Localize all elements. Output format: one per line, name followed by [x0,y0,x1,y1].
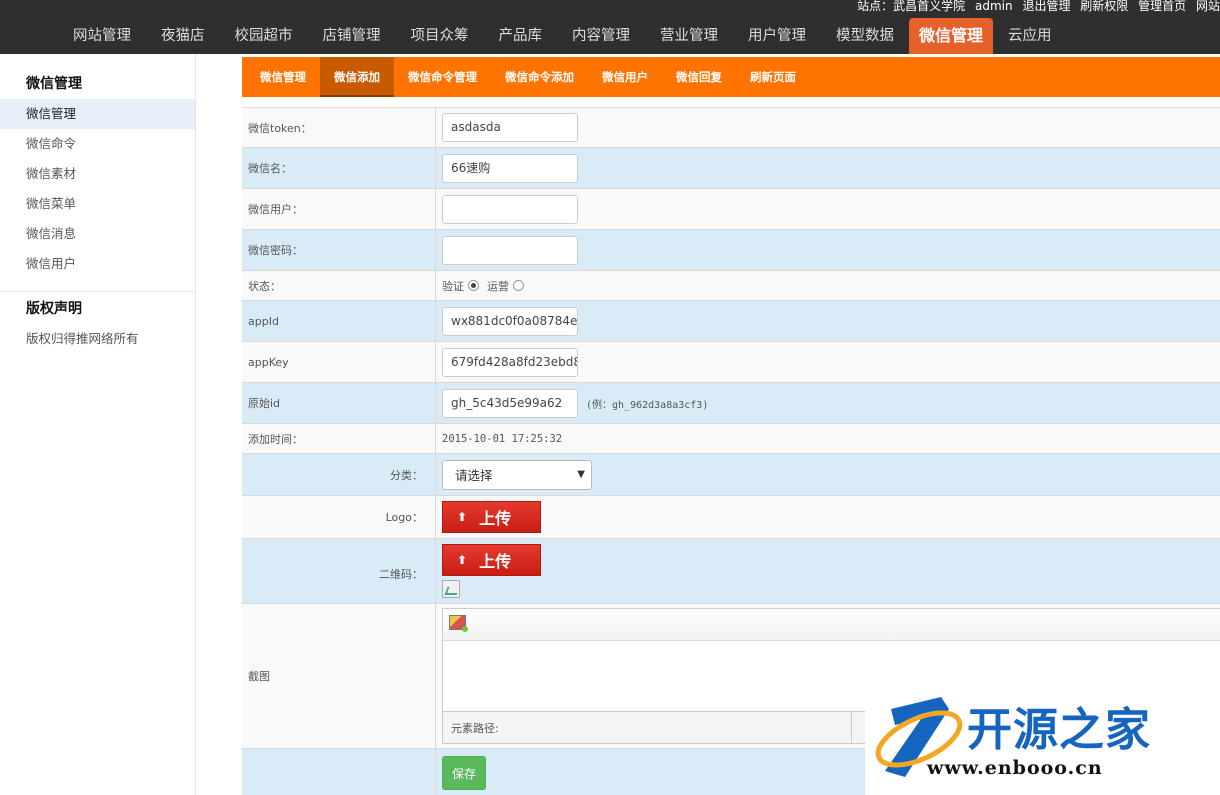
tab-refresh-page[interactable]: 刷新页面 [736,57,810,97]
status-verify-label: 验证 [442,279,464,293]
sidebar-copyright-title: 版权声明 [26,301,82,317]
token-input[interactable]: asdasda [442,113,578,142]
watermark-url: www.enbooo.cn [927,757,1103,779]
addtime-value: 2015-10-01 17:25:32 [442,432,563,445]
form-row-category: 分类： 请选择 ▼ [242,454,1220,496]
status-operate-label: 运营 [487,279,509,293]
main-nav: 网站管理 夜猫店 校园超市 店铺管理 项目众筹 产品库 内容管理 营业管理 用户… [58,18,1067,54]
tab-wechat-users[interactable]: 微信用户 [588,57,662,97]
password-input[interactable] [442,235,578,265]
sub-nav: 微信管理 微信添加 微信命令管理 微信命令添加 微信用户 微信回复 刷新页面 [242,57,1220,97]
form-row-appkey: appKey 679fd428a8fd23ebd86b [242,342,1220,383]
sidebar-item-wechat-command[interactable]: 微信命令 [0,129,195,159]
nav-item-model-data[interactable]: 模型数据 [821,18,909,54]
status-verify-radio[interactable] [468,280,479,291]
submit-label-cell [242,749,436,795]
form-row-logo: Logo： ⬆ 上传 [242,496,1220,539]
caret-down-icon: ▼ [577,469,585,480]
tab-command-add[interactable]: 微信命令添加 [491,57,588,97]
sidebar-item-wechat-menu[interactable]: 微信菜单 [0,189,195,219]
rawid-label: 原始id [242,383,436,423]
qrcode-label: 二维码： [242,539,436,603]
appid-label: appId [242,301,436,341]
top-info-bar: 站点：武昌首义学院 admin 退出管理 刷新权限 管理首页 网站 [851,0,1220,14]
tab-wechat-reply[interactable]: 微信回复 [662,57,736,97]
upload-button-label: 上传 [479,509,512,528]
tab-wechat-add[interactable]: 微信添加 [320,57,394,97]
website-link[interactable]: 网站 [1196,0,1220,13]
sidebar-item-wechat-message[interactable]: 微信消息 [0,219,195,249]
nav-item-content[interactable]: 内容管理 [557,18,645,54]
watermark-name: 开源之家 [967,703,1152,756]
broken-image-icon [442,580,460,598]
nav-item-campus-market[interactable]: 校园超市 [220,18,308,54]
watermark: 开源之家 www.enbooo.cn [865,685,1220,795]
nav-item-product-library[interactable]: 产品库 [484,18,558,54]
sidebar: 微信管理 微信管理 微信命令 微信素材 微信菜单 微信消息 微信用户 版权声明 … [0,54,196,795]
nav-item-shop[interactable]: 店铺管理 [308,18,396,54]
rawid-hint: (例：gh_962d3a8a3cf3) [586,399,709,411]
addtime-label: 添加时间： [242,424,436,453]
top-header: 站点：武昌首义学院 admin 退出管理 刷新权限 管理首页 网站 网站管理 夜… [0,0,1220,54]
sidebar-divider: 版权声明 版权归得推网络所有 [0,291,195,354]
form-row-qrcode: 二维码： ⬆ 上传 [242,539,1220,604]
nav-item-crowdfunding[interactable]: 项目众筹 [396,18,484,54]
nav-item-site[interactable]: 网站管理 [58,18,146,54]
logo-label: Logo： [242,496,436,538]
admin-home-link[interactable]: 管理首页 [1138,0,1186,13]
refresh-permission-link[interactable]: 刷新权限 [1080,0,1128,13]
name-label: 微信名： [242,148,436,188]
upload-button-label: 上传 [479,552,512,571]
form-row-password: 微信密码： [242,230,1220,271]
nav-item-users[interactable]: 用户管理 [733,18,821,54]
element-path-label: 元素路径: [451,721,499,735]
category-selected-value: 请选择 [455,468,493,483]
appid-input[interactable]: wx881dc0f0a08784ef [442,306,578,336]
user-label: 微信用户： [242,189,436,229]
sidebar-item-wechat-material[interactable]: 微信素材 [0,159,195,189]
insert-image-icon[interactable] [449,615,468,632]
form-row-name: 微信名： 66速购 [242,148,1220,189]
nav-item-cloud-apps[interactable]: 云应用 [993,18,1067,54]
category-select[interactable]: 请选择 ▼ [442,459,592,490]
user-input[interactable] [442,194,578,224]
upload-arrow-icon: ⬆ [457,553,468,567]
tab-command-manage[interactable]: 微信命令管理 [394,57,491,97]
status-label: 状态： [242,271,436,300]
save-button[interactable]: 保存 [442,756,486,790]
form-row-addtime: 添加时间： 2015-10-01 17:25:32 [242,424,1220,454]
form-row-token: 微信token： asdasda [242,107,1220,148]
tab-wechat-manage[interactable]: 微信管理 [246,57,320,97]
form-row-status: 状态： 验证 运营 [242,271,1220,301]
sidebar-section-title: 微信管理 [26,76,82,92]
logout-link[interactable]: 退出管理 [1022,0,1070,13]
status-operate-radio[interactable] [513,280,524,291]
form-row-rawid: 原始id gh_5c43d5e99a62 (例：gh_962d3a8a3cf3) [242,383,1220,424]
form-row-user: 微信用户： [242,189,1220,230]
sidebar-copyright-text: 版权归得推网络所有 [26,331,139,346]
status-divider [851,712,852,744]
nav-item-wechat[interactable]: 微信管理 [909,18,994,54]
site-name: 站点：武昌首义学院 [857,0,966,13]
upload-arrow-icon: ⬆ [457,510,468,524]
sidebar-item-wechat-manage[interactable]: 微信管理 [0,99,195,129]
token-label: 微信token： [242,108,436,147]
screenshot-label: 截图 [242,604,436,748]
sidebar-item-wechat-user[interactable]: 微信用户 [0,249,195,279]
password-label: 微信密码： [242,230,436,270]
qrcode-upload-button[interactable]: ⬆ 上传 [442,544,541,576]
editor-toolbar [443,609,1220,641]
rawid-input[interactable]: gh_5c43d5e99a62 [442,388,578,418]
appkey-label: appKey [242,342,436,382]
logo-upload-button[interactable]: ⬆ 上传 [442,501,541,533]
category-label: 分类： [242,454,436,495]
name-input[interactable]: 66速购 [442,153,578,183]
nav-item-night-shop[interactable]: 夜猫店 [146,18,220,54]
username: admin [975,0,1013,13]
appkey-input[interactable]: 679fd428a8fd23ebd86b [442,347,578,377]
form-row-appid: appId wx881dc0f0a08784ef [242,301,1220,342]
nav-item-business[interactable]: 营业管理 [645,18,733,54]
